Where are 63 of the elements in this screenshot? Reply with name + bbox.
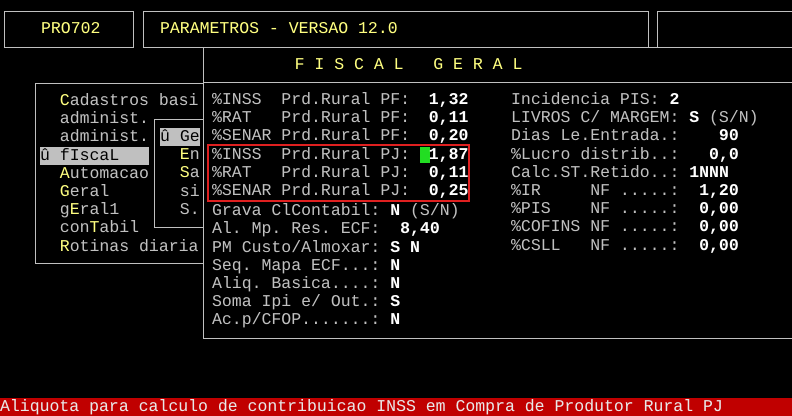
field-value[interactable]: S (689, 110, 700, 126)
menu-item[interactable]: û fIscaL (40, 146, 149, 165)
field-value[interactable]: 0,20 (420, 128, 468, 144)
field-label: %SENAR Prd.Rural PJ: (212, 182, 410, 200)
menu-item[interactable]: administ. (40, 110, 149, 128)
field-label: Grava ClContabil: (212, 202, 380, 220)
field-label: %COFINS NF .....: (511, 218, 680, 236)
field-label: Calc.ST.Retido..: (511, 164, 680, 182)
field-label: LIVROS C/ MARGEM: (511, 109, 680, 128)
field-label: %PIS NF .....: (511, 200, 680, 218)
field-hint: (S/N) (410, 202, 460, 220)
field-label: %SENAR Prd.Rural PF: (212, 127, 410, 146)
field-value[interactable]: N (390, 276, 400, 292)
field-hint: (S/N) (709, 109, 759, 128)
window-title: PARAMETROS - VERSAO 12.0 (160, 20, 398, 38)
menu-item[interactable]: si (160, 182, 200, 201)
status-bar: Aliquota para calculo de contribuicao INSS em Compra de Produtor Rural PJ (0, 398, 792, 416)
field-value[interactable]: 0,25 (420, 183, 468, 200)
field-value[interactable]: N (390, 312, 400, 328)
field-value[interactable]: 0,00 (689, 219, 739, 236)
field-value[interactable]: 0,0 (689, 146, 739, 163)
field-value[interactable]: N (390, 258, 400, 274)
menu-item[interactable]: Automacao (40, 164, 149, 183)
field-value[interactable]: 0,11 (420, 110, 468, 126)
field-value[interactable]: 1,20 (689, 183, 739, 200)
panel-header: F I S C A L G E R A L (294, 56, 522, 74)
field-value[interactable]: 0,00 (689, 238, 739, 254)
field-label: Dias Le.Entrada.: (511, 127, 680, 146)
field-label: %INSS Prd.Rural PJ: (212, 146, 410, 164)
field-label: %RAT Prd.Rural PJ: (212, 164, 410, 182)
field-label: %RAT Prd.Rural PF: (212, 109, 410, 128)
field-label: PM Custo/Almoxar: (212, 238, 380, 257)
field-label: Al. Mp. Res. ECF: (212, 220, 380, 238)
field-value[interactable]: 1NNN (689, 164, 729, 181)
menu-item[interactable]: En (160, 146, 200, 164)
menu-item[interactable]: S. (160, 200, 200, 219)
menu-item[interactable]: Rotinas diaria (40, 238, 198, 256)
field-value[interactable]: S (390, 294, 400, 310)
field-value[interactable]: 1,32 (420, 92, 468, 108)
field-value[interactable]: S N (390, 240, 420, 256)
field-label: Seq. Mapa ECF...: (212, 256, 380, 275)
field-value[interactable]: N (390, 203, 400, 220)
field-value[interactable]: 0,00 (689, 201, 739, 218)
field-value[interactable]: 0,11 (420, 164, 468, 181)
menu-item[interactable]: conTabil (40, 219, 140, 238)
menu-item[interactable]: Cadastros basi (40, 92, 198, 110)
menu-item[interactable]: gEral1 (40, 201, 120, 220)
field-label: Incidencia PIS: (511, 91, 660, 110)
field-label: Aliq. Basica....: (212, 274, 380, 294)
program-code: PRO702 (41, 20, 100, 38)
field-value[interactable]: 8,40 (390, 221, 440, 238)
field-label: Ac.p/CFOP.......: (212, 311, 380, 330)
menu-item[interactable]: Sa (160, 164, 200, 183)
field-label: %Lucro distrib..: (511, 146, 680, 164)
field-label: %IR NF .....: (511, 182, 680, 200)
menu-item[interactable]: Geral (40, 182, 110, 202)
field-value[interactable]: 90 (689, 128, 739, 144)
field-value[interactable]: 2 (669, 92, 680, 108)
menu-item[interactable]: administ. (40, 128, 149, 147)
menu-item[interactable]: û Ge (160, 128, 200, 146)
field-label: Soma Ipi e/ Out.: (212, 293, 380, 312)
field-label: %INSS Prd.Rural PF: (212, 91, 410, 110)
field-label: %CSLL NF .....: (511, 236, 680, 255)
